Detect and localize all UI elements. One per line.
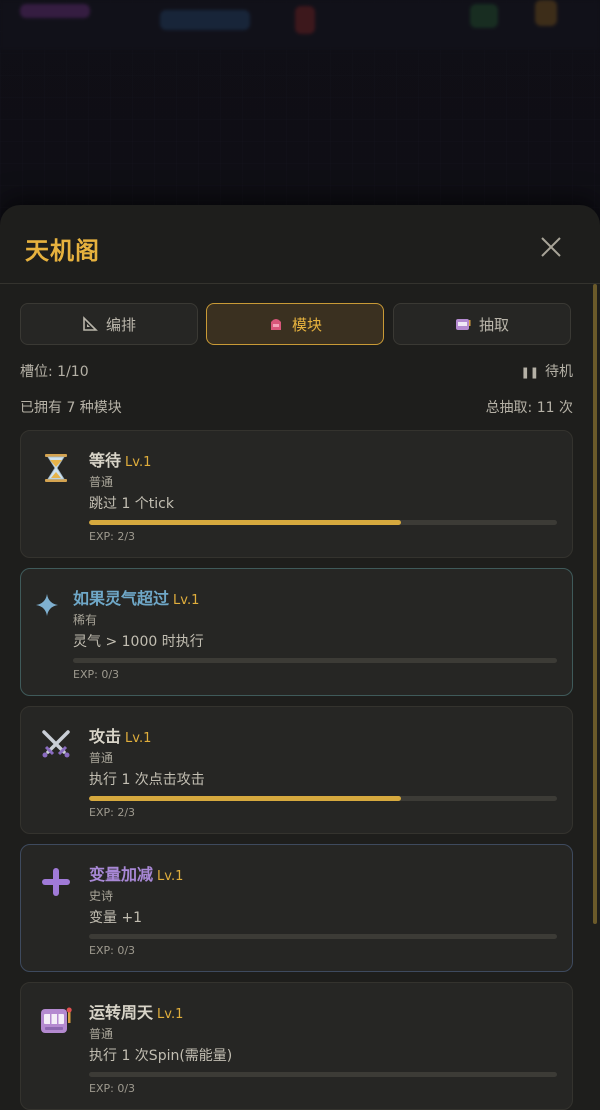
module-level: Lv.1 xyxy=(173,593,200,608)
tab-draw-label: 抽取 xyxy=(478,315,509,334)
sheet-title: 天机阁 xyxy=(25,237,100,265)
owned-count: 已拥有 7 种模块 xyxy=(20,400,122,416)
close-button[interactable] xyxy=(536,232,566,262)
exp-text: EXP: 0/3 xyxy=(73,668,120,681)
module-rarity: 稀有 xyxy=(73,613,98,627)
slot-machine-icon xyxy=(455,319,471,330)
crossed-swords-icon xyxy=(42,730,70,758)
module-name: 等待 Lv.1 xyxy=(89,451,152,470)
plus-icon xyxy=(42,868,70,896)
module-card[interactable]: 运转周天 Lv.1 普通 执行 1 次Spin(需能量) EXP: 0/3 xyxy=(20,982,573,1110)
module-description: 跳过 1 个tick xyxy=(89,496,174,512)
run-state-label: 待机 xyxy=(545,364,573,380)
exp-progress-bar xyxy=(89,934,557,939)
slot-status-row: 槽位: 1/10 ❚❚ 待机 xyxy=(20,361,573,381)
module-description: 执行 1 次点击攻击 xyxy=(89,772,205,788)
ruler-triangle-icon xyxy=(83,316,98,331)
total-draws: 总抽取: 11 次 xyxy=(485,400,573,416)
module-description: 灵气 > 1000 时执行 xyxy=(73,634,204,650)
sparkle-icon xyxy=(36,594,58,616)
sheet-header: 天机阁 xyxy=(0,205,600,284)
blurred-top-bar xyxy=(0,0,600,50)
run-state: ❚❚ 待机 xyxy=(521,361,573,381)
hourglass-icon xyxy=(45,454,67,482)
slot-count: 槽位: 1/10 xyxy=(20,364,89,380)
tab-modules[interactable]: 模块 xyxy=(206,303,384,345)
module-rarity: 普通 xyxy=(89,751,114,765)
exp-progress-bar xyxy=(73,658,557,663)
exp-progress-bar xyxy=(89,796,557,801)
module-card[interactable]: 变量加减 Lv.1 史诗 变量 +1 EXP: 0/3 xyxy=(20,844,573,972)
close-icon xyxy=(541,237,561,257)
slot-machine-icon xyxy=(41,1007,72,1033)
tab-arrange[interactable]: 编排 xyxy=(20,303,198,345)
module-description: 执行 1 次Spin(需能量) xyxy=(89,1048,233,1064)
exp-text: EXP: 2/3 xyxy=(89,530,136,543)
scrollbar-thumb[interactable] xyxy=(593,284,597,924)
module-name: 变量加减 Lv.1 xyxy=(89,865,184,884)
tab-arrange-label: 编排 xyxy=(105,315,136,334)
tab-bar: 编排 模块 抽取 xyxy=(20,303,573,347)
module-rarity: 史诗 xyxy=(89,889,114,903)
module-name: 攻击 Lv.1 xyxy=(89,727,152,746)
module-icon xyxy=(270,319,281,330)
module-rarity: 普通 xyxy=(89,1027,114,1041)
collection-summary-row: 已拥有 7 种模块 总抽取: 11 次 xyxy=(20,397,573,417)
module-level: Lv.1 xyxy=(157,869,184,884)
module-card[interactable]: 如果灵气超过 Lv.1 稀有 灵气 > 1000 时执行 EXP: 0/3 xyxy=(20,568,573,696)
exp-progress-bar xyxy=(89,1072,557,1077)
module-description: 变量 +1 xyxy=(89,910,143,926)
exp-progress-bar xyxy=(89,520,557,525)
exp-text: EXP: 2/3 xyxy=(89,806,136,819)
module-level: Lv.1 xyxy=(157,1007,184,1022)
module-name: 如果灵气超过 Lv.1 xyxy=(73,589,200,608)
module-card[interactable]: 攻击 Lv.1 普通 执行 1 次点击攻击 EXP: 2/3 xyxy=(20,706,573,834)
pause-icon: ❚❚ xyxy=(520,366,539,379)
module-level: Lv.1 xyxy=(125,731,152,746)
exp-text: EXP: 0/3 xyxy=(89,1082,136,1095)
tab-draw[interactable]: 抽取 xyxy=(393,303,571,345)
tab-modules-label: 模块 xyxy=(291,315,322,334)
module-level: Lv.1 xyxy=(125,455,152,470)
module-rarity: 普通 xyxy=(89,475,114,489)
exp-text: EXP: 0/3 xyxy=(89,944,136,957)
module-name: 运转周天 Lv.1 xyxy=(89,1003,184,1022)
module-card[interactable]: 等待 Lv.1 普通 跳过 1 个tick EXP: 2/3 xyxy=(20,430,573,558)
